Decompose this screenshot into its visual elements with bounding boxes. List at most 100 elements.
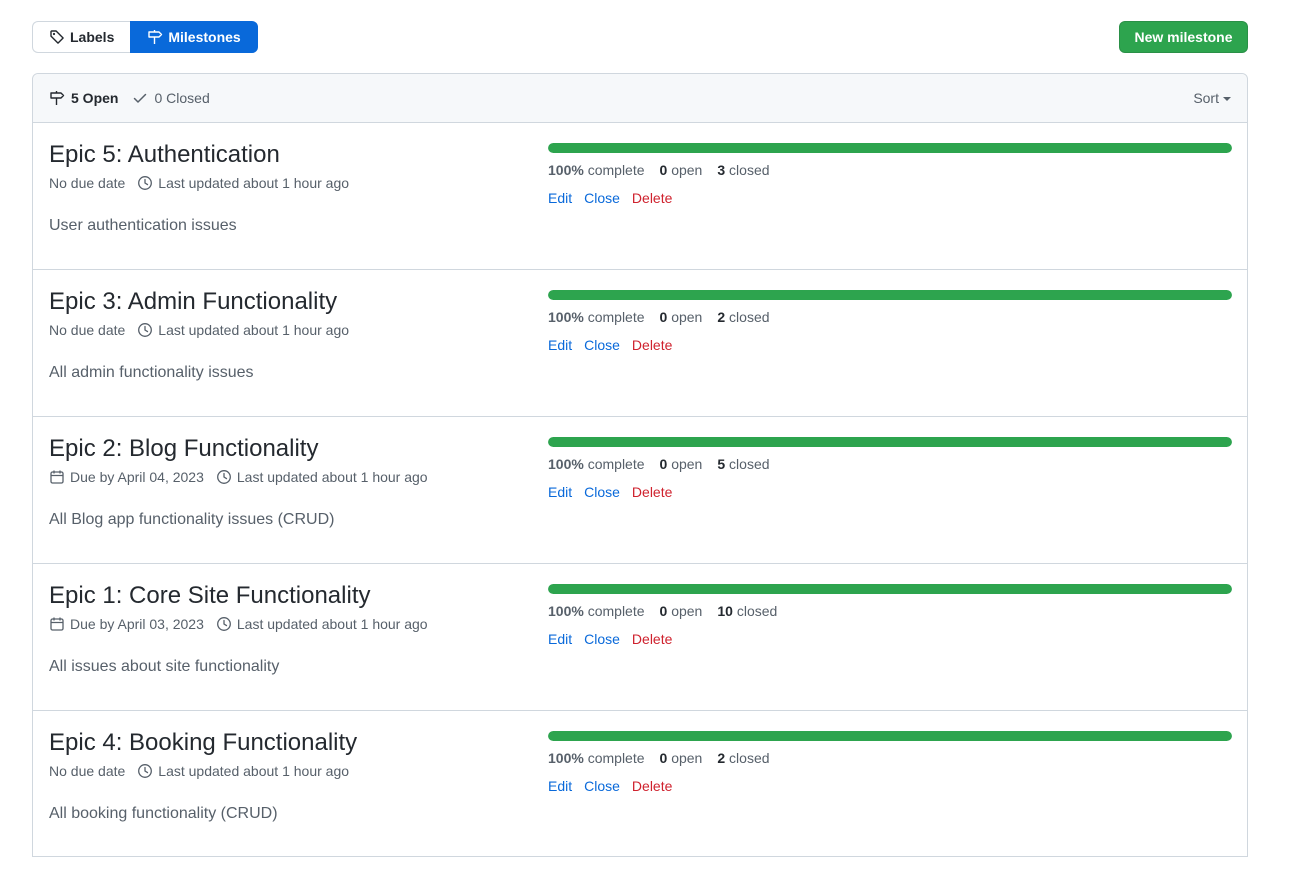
percent-complete: 100% complete	[548, 603, 645, 619]
new-milestone-button[interactable]: New milestone	[1119, 21, 1248, 53]
open-issues-value: 0	[659, 603, 668, 619]
delete-link[interactable]: Delete	[632, 484, 672, 500]
check-icon	[134, 93, 147, 103]
closed-filter-link[interactable]: 0 Closed	[132, 90, 210, 106]
open-issues-count[interactable]: 0 open	[660, 162, 703, 178]
percent-value: 100%	[548, 456, 584, 472]
open-issues-count[interactable]: 0 open	[660, 603, 703, 619]
percent-label: complete	[587, 162, 645, 178]
percent-label: complete	[587, 309, 645, 325]
milestone-description: All Blog app functionality issues (CRUD)	[49, 511, 335, 528]
delete-link[interactable]: Delete	[632, 190, 672, 206]
edit-link[interactable]: Edit	[548, 190, 572, 206]
milestone-description: All admin functionality issues	[49, 364, 254, 381]
closed-issues-value: 2	[717, 309, 726, 325]
milestone-meta: No due date Last updated about 1 hour ag…	[49, 322, 361, 338]
progress-fill	[548, 584, 1232, 594]
delete-link[interactable]: Delete	[632, 631, 672, 647]
progress-fill	[548, 290, 1232, 300]
closed-issues-count[interactable]: 5 closed	[717, 456, 769, 472]
due-date-text: No due date	[49, 322, 126, 338]
milestone-actions: Edit Close Delete	[548, 778, 672, 794]
percent-value: 100%	[548, 162, 584, 178]
milestone-meta: Due by April 04, 2023 Last updated about…	[49, 469, 440, 485]
milestone-title[interactable]: Epic 1: Core Site Functionality	[49, 582, 370, 610]
milestone-title[interactable]: Epic 5: Authentication	[49, 141, 280, 169]
milestone-row: Epic 5: Authentication No due date Last …	[33, 123, 1247, 270]
progress-bar	[548, 731, 1232, 741]
closed-issues-count[interactable]: 3 closed	[717, 162, 769, 178]
percent-complete: 100% complete	[548, 456, 645, 472]
milestone-stats: 100% complete 0 open 5 closed	[548, 456, 770, 472]
delete-link[interactable]: Delete	[632, 778, 672, 794]
milestones-tab-label: Milestones	[168, 29, 241, 45]
milestone-title[interactable]: Epic 4: Booking Functionality	[49, 729, 357, 757]
close-link[interactable]: Close	[584, 484, 620, 500]
last-updated-text: Last updated about 1 hour ago	[158, 763, 350, 779]
last-updated: Last updated about 1 hour ago	[216, 469, 428, 485]
open-issues-count[interactable]: 0 open	[660, 456, 703, 472]
edit-link[interactable]: Edit	[548, 484, 572, 500]
edit-link[interactable]: Edit	[548, 337, 572, 353]
close-link[interactable]: Close	[584, 631, 620, 647]
open-issues-value: 0	[659, 456, 668, 472]
close-link[interactable]: Close	[584, 190, 620, 206]
percent-label: complete	[587, 456, 645, 472]
open-issues-count[interactable]: 0 open	[660, 309, 703, 325]
due-date-text: Due by April 04, 2023	[70, 469, 204, 485]
closed-issues-count[interactable]: 10 closed	[717, 603, 777, 619]
closed-issues-value: 5	[717, 456, 726, 472]
milestone-icon	[50, 91, 65, 105]
last-updated-text: Last updated about 1 hour ago	[236, 616, 428, 632]
due-date-text: No due date	[49, 763, 126, 779]
milestone-icon	[148, 30, 163, 44]
milestone-list: Epic 5: Authentication No due date Last …	[33, 123, 1247, 858]
milestone-title[interactable]: Epic 3: Admin Functionality	[49, 288, 337, 316]
percent-value: 100%	[548, 309, 584, 325]
milestone-meta: No due date Last updated about 1 hour ag…	[49, 763, 361, 779]
clock-icon	[138, 176, 153, 190]
labels-tab[interactable]: Labels	[32, 21, 131, 53]
open-issues-count[interactable]: 0 open	[660, 750, 703, 766]
close-link[interactable]: Close	[584, 337, 620, 353]
delete-link[interactable]: Delete	[632, 337, 672, 353]
edit-link[interactable]: Edit	[548, 631, 572, 647]
open-filter-link[interactable]: 5 Open	[49, 90, 118, 106]
milestone-row: Epic 2: Blog Functionality Due by April …	[33, 417, 1247, 564]
milestone-meta: Due by April 03, 2023 Last updated about…	[49, 616, 440, 632]
milestone-description: User authentication issues	[49, 217, 237, 234]
percent-complete: 100% complete	[548, 162, 645, 178]
closed-issues-label: closed	[729, 750, 770, 766]
milestone-row: Epic 3: Admin Functionality No due date …	[33, 270, 1247, 417]
milestone-actions: Edit Close Delete	[548, 190, 672, 206]
closed-issues-label: closed	[736, 603, 778, 619]
open-issues-value: 0	[659, 162, 668, 178]
open-issues-label: open	[671, 309, 703, 325]
milestone-meta: No due date Last updated about 1 hour ag…	[49, 175, 361, 191]
milestone-actions: Edit Close Delete	[548, 484, 672, 500]
open-issues-value: 0	[659, 750, 668, 766]
closed-issues-value: 3	[717, 162, 726, 178]
last-updated-text: Last updated about 1 hour ago	[158, 175, 350, 191]
clock-icon	[138, 764, 153, 778]
closed-issues-value: 10	[717, 603, 733, 619]
open-issues-label: open	[671, 750, 703, 766]
sort-dropdown[interactable]: Sort	[1193, 90, 1231, 106]
percent-label: complete	[587, 750, 645, 766]
labels-milestones-subnav: Labels Milestones	[32, 21, 258, 53]
milestone-description: All issues about site functionality	[49, 658, 280, 675]
close-link[interactable]: Close	[584, 778, 620, 794]
open-issues-label: open	[671, 162, 703, 178]
milestone-row: Epic 1: Core Site Functionality Due by A…	[33, 564, 1247, 711]
closed-issues-count[interactable]: 2 closed	[717, 750, 769, 766]
last-updated-text: Last updated about 1 hour ago	[158, 322, 350, 338]
edit-link[interactable]: Edit	[548, 778, 572, 794]
milestone-stats: 100% complete 0 open 3 closed	[548, 162, 770, 178]
closed-issues-label: closed	[729, 456, 770, 472]
last-updated: Last updated about 1 hour ago	[137, 175, 349, 191]
percent-label: complete	[587, 603, 645, 619]
closed-issues-count[interactable]: 2 closed	[717, 309, 769, 325]
milestone-title[interactable]: Epic 2: Blog Functionality	[49, 435, 318, 463]
milestone-stats: 100% complete 0 open 2 closed	[548, 309, 770, 325]
milestones-tab[interactable]: Milestones	[130, 21, 258, 53]
